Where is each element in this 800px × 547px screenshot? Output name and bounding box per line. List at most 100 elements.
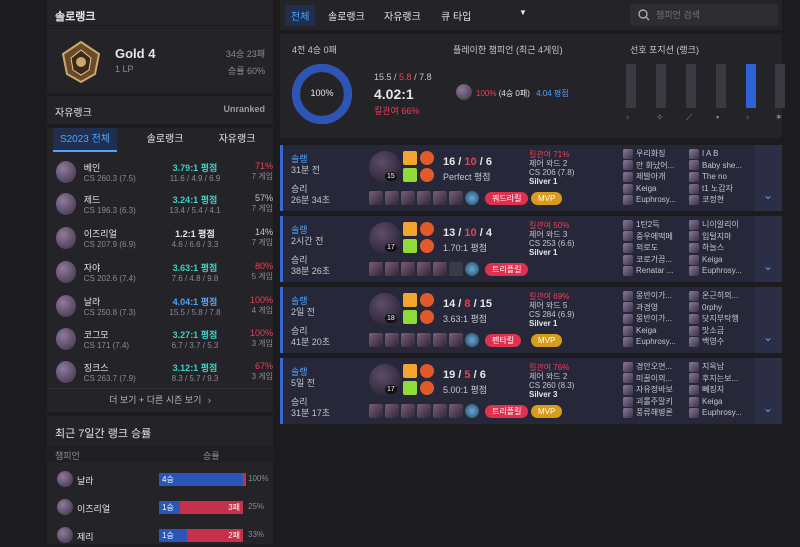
champion-row[interactable]: 자야 CS 202.6 (7.4) 3.63:1 평점 7.6 / 4.8 / 9.… (47, 254, 273, 289)
player-entry[interactable]: 백영수 (689, 336, 751, 348)
player-entry[interactable]: 자유정바보 (623, 384, 685, 396)
champion-mini-icon (623, 266, 633, 277)
player-entry[interactable]: 1탄2득 (623, 219, 685, 231)
champion-mini-icon (623, 148, 633, 159)
player-entry[interactable]: 풍류해병론 (623, 407, 685, 419)
player-entry[interactable]: 닷지부탁행 (689, 313, 751, 325)
champion-cs: CS 250.8 (7.3) (83, 307, 136, 317)
position-icon: ⟋ (686, 112, 693, 122)
champion-winrate: 71% (255, 161, 274, 171)
player-entry[interactable]: 입털지마 (689, 231, 751, 243)
position-bar (746, 64, 756, 108)
winrate-ring-label: 100% (310, 88, 334, 98)
champion-mini-icon (689, 373, 699, 384)
player-entry[interactable]: Keiga (623, 183, 685, 195)
item-icon (369, 262, 383, 276)
match-card[interactable]: 솔랭 2일 전 승리 41분 20초 18 14 / 8 / 15 3.63:1… (280, 287, 782, 353)
player-entry[interactable]: Keiga (689, 396, 751, 408)
match-card[interactable]: 솔랭 2시간 전 승리 38분 26초 17 13 / 10 / 4 1.70:… (280, 216, 782, 282)
player-entry[interactable]: Keiga (623, 325, 685, 337)
tab-flex[interactable]: 자유랭크 (384, 8, 421, 23)
player-entry[interactable]: 하늘스 (689, 242, 751, 254)
position-icon: ✶ (775, 112, 783, 122)
champion-mini-icon (689, 148, 699, 159)
champion-portrait-icon (56, 360, 76, 383)
player-entry[interactable]: 몽반이가... (623, 290, 685, 302)
rune-secondary-icon (420, 310, 434, 324)
expand-match-button[interactable]: ⌄ (754, 287, 782, 353)
match-card[interactable]: 솔랭 5일 전 승리 31분 17초 17 19 / 5 / 6 5.00:1 … (280, 358, 782, 424)
player-entry[interactable]: 0rphy (689, 302, 751, 314)
player-entry[interactable]: 온근히의... (689, 290, 751, 302)
expand-match-button[interactable]: ⌄ (754, 216, 782, 282)
champion-portrait-icon (57, 527, 73, 543)
player-entry[interactable]: 안 화났어... (623, 160, 685, 172)
champion-games: 7 게임 (251, 204, 274, 213)
position-bar (626, 64, 636, 108)
team-red-list: 니이알리이 입털지마 하늘스 Keiga Euphrosy... (689, 219, 751, 277)
rune-secondary-icon (420, 168, 434, 182)
player-entry[interactable]: Euphrosy... (689, 407, 751, 419)
player-entry[interactable]: The no (689, 171, 751, 183)
search-input[interactable] (656, 7, 771, 23)
item-icon (417, 333, 431, 347)
champion-row[interactable]: 제드 CS 196.3 (6.3) 3.24:1 평점 13.4 / 5.4 / 4… (47, 186, 273, 221)
player-entry[interactable]: 뻬징지 (689, 384, 751, 396)
champion-row[interactable]: 베인 CS 260.3 (7.5) 3.79:1 평점 11.6 / 4.9 / 6… (47, 154, 273, 189)
recent7-row[interactable]: 날라 4승 100% (47, 469, 273, 491)
champion-mini-icon (623, 302, 633, 313)
player-entry[interactable]: 지옥남 (689, 361, 751, 373)
player-entry[interactable]: Baby she... (689, 160, 751, 172)
chevron-down-icon[interactable]: ▼ (519, 8, 527, 17)
champion-portrait-icon (56, 260, 76, 283)
player-entry[interactable]: 중우에떡메 (623, 231, 685, 243)
kill-participation: 킬관여 76% (529, 363, 570, 372)
champion-row[interactable]: 징크스 CS 263.7 (7.9) 3.12:1 평점 8.3 / 5.7 / 9… (47, 354, 273, 389)
tab-all[interactable]: 전체 (285, 5, 316, 26)
champion-kda-ratio: 3.24:1 평점 (172, 194, 218, 205)
player-entry[interactable]: 코정현 (689, 194, 751, 206)
champion-row[interactable]: 이즈리얼 CS 207.9 (6.9) 1.2:1 평점 4.6 / 6.6 / 3… (47, 220, 273, 255)
tab-season-all[interactable]: S2023 전체 (53, 128, 117, 152)
player-entry[interactable]: 우리화징 (623, 148, 685, 160)
champion-row[interactable]: 코그모 CS 171 (7.4) 3.27:1 평점 6.7 / 3.7 / 5.3… (47, 321, 273, 356)
champion-mini-icon (689, 290, 699, 301)
player-entry[interactable]: 미꿀이의... (623, 373, 685, 385)
player-entry[interactable]: Euphrosy... (623, 336, 685, 348)
player-entry[interactable]: 코로가끔... (623, 254, 685, 266)
champion-row[interactable]: 날라 CS 250.8 (7.3) 4.04:1 평점 15.5 / 5.8 / 7… (47, 288, 273, 323)
player-entry[interactable]: 니이알리이 (689, 219, 751, 231)
item-icon (401, 404, 415, 418)
tab-solo[interactable]: 솔로랭크 (328, 8, 365, 23)
player-entry[interactable]: Renatar ... (623, 265, 685, 277)
player-entry[interactable]: Keiga (689, 254, 751, 266)
recent7-row[interactable]: 이즈리얼 1승 3패 25% (47, 497, 273, 519)
match-card[interactable]: 솔랭 31분 전 승리 26분 34초 15 16 / 10 / 6 Perfe… (280, 145, 782, 211)
champion-mini-icon (689, 231, 699, 242)
player-entry[interactable]: t1 노갑자 (689, 183, 751, 195)
player-entry[interactable]: I A B (689, 148, 751, 160)
expand-match-button[interactable]: ⌄ (754, 358, 782, 424)
player-entry[interactable]: 괴롤주말키 (623, 396, 685, 408)
player-entry[interactable]: 외로도 (623, 242, 685, 254)
player-entry[interactable]: 경안오면... (623, 361, 685, 373)
champion-winrate: 67% (255, 361, 274, 371)
player-entry[interactable]: Euphrosy... (623, 194, 685, 206)
champion-winrate: 100% (249, 328, 274, 338)
champion-mini-icon (689, 408, 699, 419)
expand-match-button[interactable]: ⌄ (754, 145, 782, 211)
champion-search-box[interactable] (630, 4, 778, 26)
champion-nala-icon (456, 84, 472, 100)
solo-rank-title: 솔로랭크 (55, 11, 96, 23)
tab-season-flex[interactable]: 자유랭크 (205, 128, 269, 152)
more-seasons-button[interactable]: 더 보기 + 다른 시즌 보기 › (47, 388, 273, 410)
player-entry[interactable]: 후지는보... (689, 373, 751, 385)
player-entry[interactable]: 제발아개 (623, 171, 685, 183)
player-entry[interactable]: 몽반이가... (623, 313, 685, 325)
player-entry[interactable]: 과경영 (623, 302, 685, 314)
player-entry[interactable]: Euphrosy... (689, 265, 751, 277)
queue-type-select[interactable]: 큐 타입 (441, 8, 471, 23)
tab-season-solo[interactable]: 솔로랭크 (133, 128, 197, 152)
champion-cs: CS 263.7 (7.9) (83, 373, 136, 383)
player-entry[interactable]: 맛소금 (689, 325, 751, 337)
